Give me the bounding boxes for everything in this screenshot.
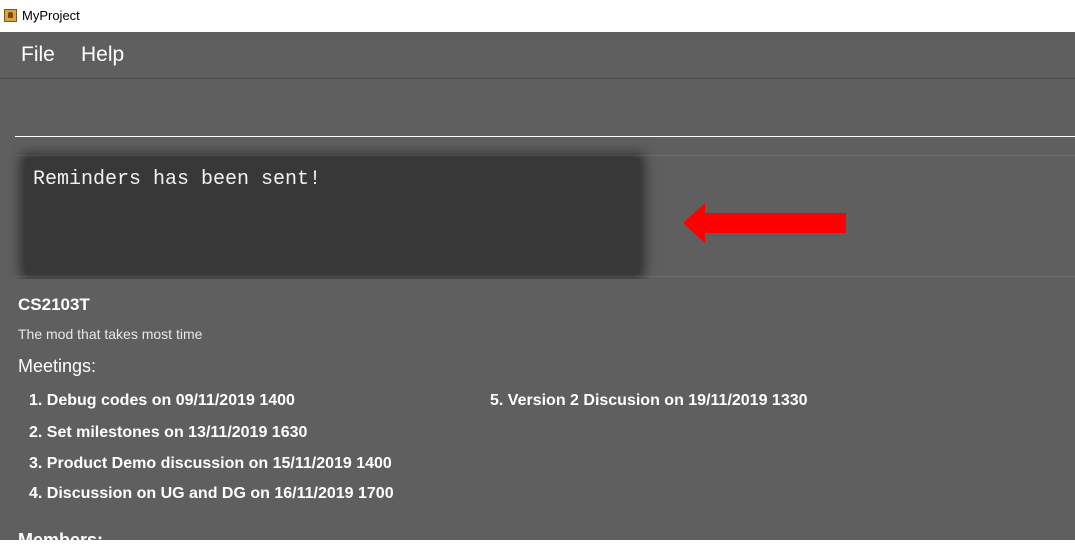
meeting-item: 5. Version 2 Discusion on 19/11/2019 133… — [490, 392, 808, 409]
app-icon — [4, 9, 17, 22]
project-description: The mod that takes most time — [18, 326, 203, 342]
result-area: Reminders has been sent! — [15, 155, 1075, 277]
meetings-label: Meetings: — [18, 356, 97, 376]
main-window: File Help Reminders has been sent! CS210… — [0, 32, 1075, 550]
red-arrow-icon — [683, 203, 846, 243]
command-input[interactable] — [15, 79, 1075, 136]
project-panel: CS2103T The mod that takes most time Mee… — [0, 279, 1075, 550]
window-title: MyProject — [22, 8, 80, 23]
result-display: Reminders has been sent! — [25, 158, 640, 274]
members-label: Members: — [18, 530, 104, 550]
title-bar: MyProject — [0, 0, 1075, 32]
menu-file[interactable]: File — [21, 43, 55, 67]
meeting-item: 1. Debug codes on 09/11/2019 1400 — [29, 392, 295, 409]
meeting-item: 2. Set milestones on 13/11/2019 1630 — [29, 424, 308, 441]
command-box — [15, 79, 1075, 137]
project-name: CS2103T — [18, 295, 90, 314]
meeting-item: 4. Discussion on UG and DG on 16/11/2019… — [29, 485, 394, 502]
result-message: Reminders has been sent! — [33, 168, 322, 191]
meeting-item: 3. Product Demo discussion on 15/11/2019… — [29, 455, 392, 472]
menu-bar: File Help — [0, 32, 1075, 79]
menu-help[interactable]: Help — [81, 43, 124, 67]
